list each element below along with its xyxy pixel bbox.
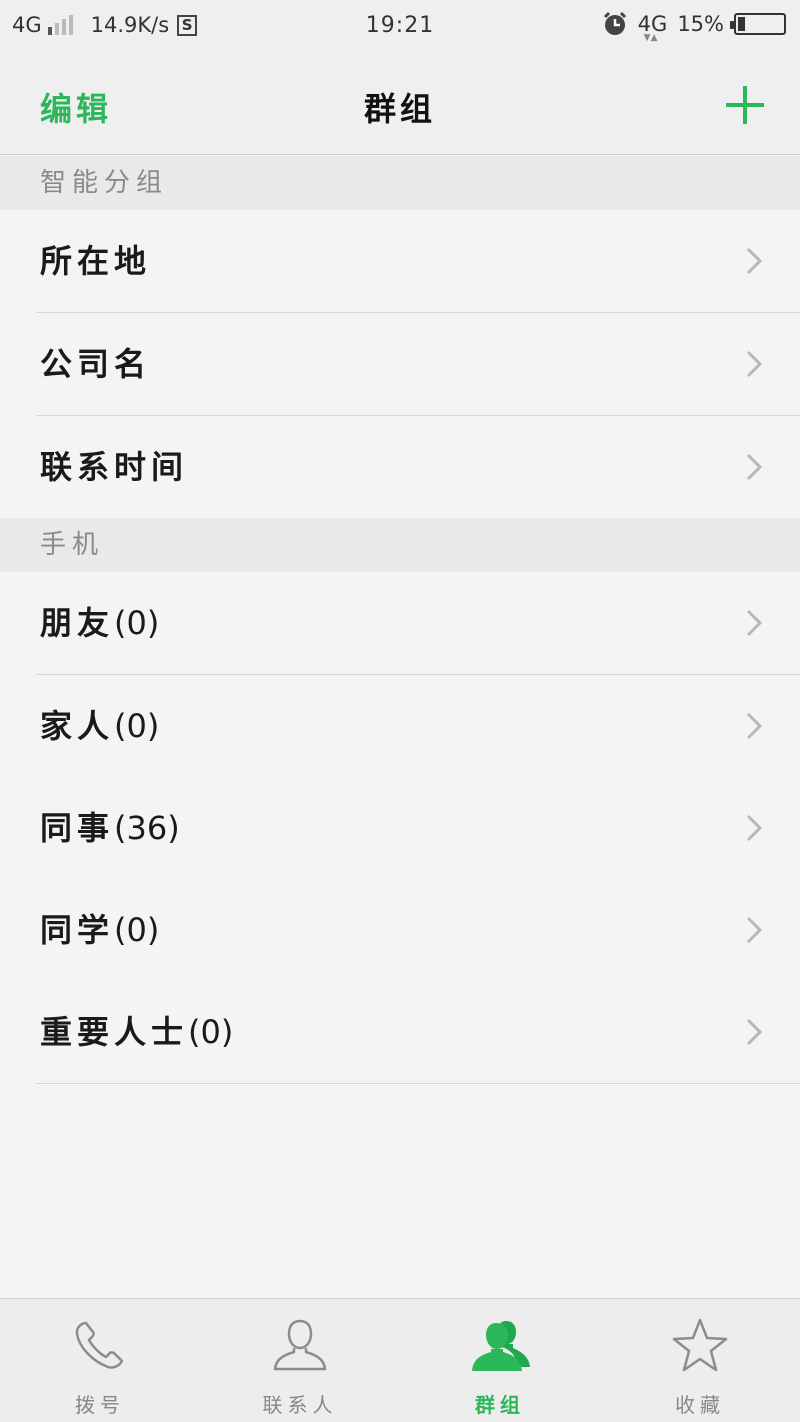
page-title: 群组: [363, 90, 436, 128]
list-item-location[interactable]: 所在地: [0, 210, 800, 313]
chevron-right-icon: [746, 609, 763, 637]
nav-item-contacts[interactable]: 联系人: [200, 1299, 400, 1422]
list-item-label: 公司名: [40, 345, 152, 383]
section-header-phone: 手机: [0, 518, 800, 572]
chevron-right-icon: [746, 712, 763, 740]
list-item-label: 所在地: [40, 242, 152, 280]
chevron-right-icon: [746, 916, 763, 944]
nav-label: 群组: [475, 1393, 525, 1417]
plus-icon[interactable]: [724, 84, 766, 126]
chevron-right-icon: [746, 1018, 763, 1046]
group-count: (0): [114, 911, 160, 949]
list-item-label: 家人(0): [40, 707, 160, 745]
list-item-label: 联系时间: [40, 448, 189, 486]
list-item-contact-time[interactable]: 联系时间: [0, 416, 800, 518]
phone-icon: [75, 1321, 124, 1369]
list-item-colleagues[interactable]: 同事(36): [0, 777, 800, 880]
status-bar: 4G 14.9K/s S 19:21 4G ▼▲ 15%: [0, 0, 800, 54]
nav-item-dialer[interactable]: 拨号: [0, 1299, 200, 1422]
chevron-right-icon: [746, 350, 763, 378]
network-type-right: 4G ▼▲: [637, 12, 668, 43]
group-count: (0): [114, 604, 160, 642]
chevron-right-icon: [746, 453, 763, 481]
nav-item-groups[interactable]: 群组: [400, 1299, 600, 1422]
divider: [36, 1083, 800, 1084]
list-item-vip[interactable]: 重要人士(0): [0, 981, 800, 1084]
list-item-family[interactable]: 家人(0): [0, 675, 800, 778]
group-count: (0): [188, 1013, 234, 1051]
nav-label: 收藏: [675, 1393, 725, 1417]
list-item-company[interactable]: 公司名: [0, 313, 800, 416]
group-count: (36): [114, 809, 180, 847]
list-item-friends[interactable]: 朋友(0): [0, 572, 800, 675]
section-header-smart-groups: 智能分组: [0, 156, 800, 210]
battery-icon: [730, 13, 786, 35]
person-icon: [273, 1319, 327, 1371]
chevron-right-icon: [746, 247, 763, 275]
title-bar: 编辑 群组: [0, 54, 800, 155]
list-item-label: 同事(36): [40, 809, 180, 847]
battery-percent: 15%: [677, 12, 724, 36]
group-count: (0): [114, 707, 160, 745]
bottom-nav: 拨号 联系人 群组 收藏: [0, 1298, 800, 1422]
group-icon: [472, 1321, 530, 1371]
nav-label: 联系人: [262, 1393, 338, 1417]
list-item-label: 朋友(0): [40, 604, 160, 642]
nav-item-favorites[interactable]: 收藏: [600, 1299, 800, 1422]
nav-label: 拨号: [75, 1393, 125, 1417]
star-icon: [672, 1318, 728, 1372]
list-item-label: 重要人士(0): [40, 1013, 234, 1051]
chevron-right-icon: [746, 814, 763, 842]
list-item-label: 同学(0): [40, 911, 160, 949]
list-item-classmates[interactable]: 同学(0): [0, 879, 800, 982]
alarm-icon: [603, 11, 626, 35]
